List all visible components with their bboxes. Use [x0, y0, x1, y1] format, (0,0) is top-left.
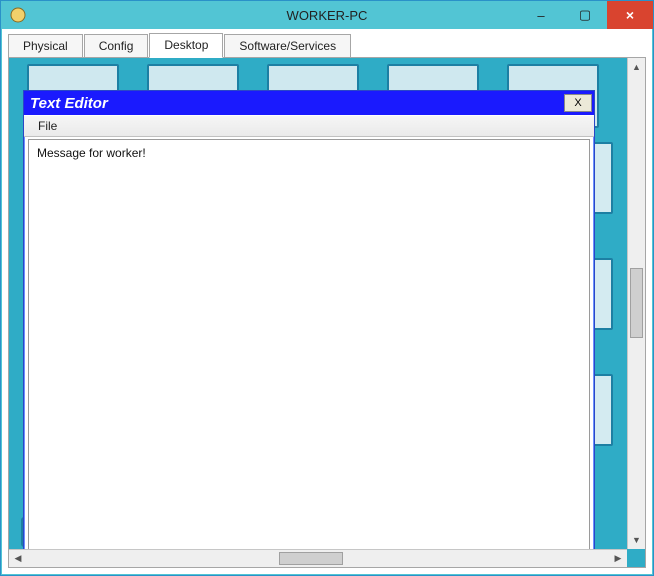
- maximize-button[interactable]: ▢: [563, 1, 607, 29]
- vertical-scroll-thumb[interactable]: [630, 268, 643, 338]
- window-titlebar[interactable]: WORKER-PC – ▢ ×: [1, 1, 653, 29]
- horizontal-scroll-thumb[interactable]: [279, 552, 343, 565]
- content-area: Physical Config Desktop Software/Service…: [2, 29, 652, 574]
- tab-strip: Physical Config Desktop Software/Service…: [2, 29, 652, 58]
- scroll-right-arrow-icon[interactable]: ▶: [609, 550, 627, 567]
- desktop-frame: ser ator all Text Edito: [8, 57, 646, 568]
- scroll-down-arrow-icon[interactable]: ▼: [628, 531, 645, 549]
- text-editor-titlebar[interactable]: Text Editor X: [24, 91, 594, 115]
- text-editor-menubar: File: [24, 115, 594, 137]
- worker-pc-window: WORKER-PC – ▢ × Physical Config Desktop …: [0, 0, 654, 576]
- text-editor-body[interactable]: Message for worker!: [28, 139, 590, 549]
- text-editor-window[interactable]: Text Editor X File Message for worker!: [23, 90, 595, 549]
- tab-desktop[interactable]: Desktop: [149, 33, 223, 58]
- minimize-button[interactable]: –: [519, 1, 563, 29]
- text-editor-close-button[interactable]: X: [564, 94, 592, 112]
- tab-config[interactable]: Config: [84, 34, 149, 59]
- menu-file[interactable]: File: [32, 117, 63, 135]
- desktop-viewport[interactable]: ser ator all Text Edito: [9, 58, 627, 549]
- scroll-left-arrow-icon[interactable]: ◀: [9, 550, 27, 567]
- tab-physical[interactable]: Physical: [8, 34, 83, 59]
- scroll-up-arrow-icon[interactable]: ▲: [628, 58, 645, 76]
- window-buttons: – ▢ ×: [519, 1, 653, 29]
- scroll-corner: [627, 549, 645, 567]
- vertical-scrollbar[interactable]: ▲ ▼: [627, 58, 645, 549]
- horizontal-scrollbar[interactable]: ◀ ▶: [9, 549, 645, 567]
- close-button[interactable]: ×: [607, 1, 653, 29]
- tab-software-services[interactable]: Software/Services: [224, 34, 351, 59]
- app-icon: [7, 4, 29, 26]
- text-editor-title: Text Editor: [30, 95, 108, 112]
